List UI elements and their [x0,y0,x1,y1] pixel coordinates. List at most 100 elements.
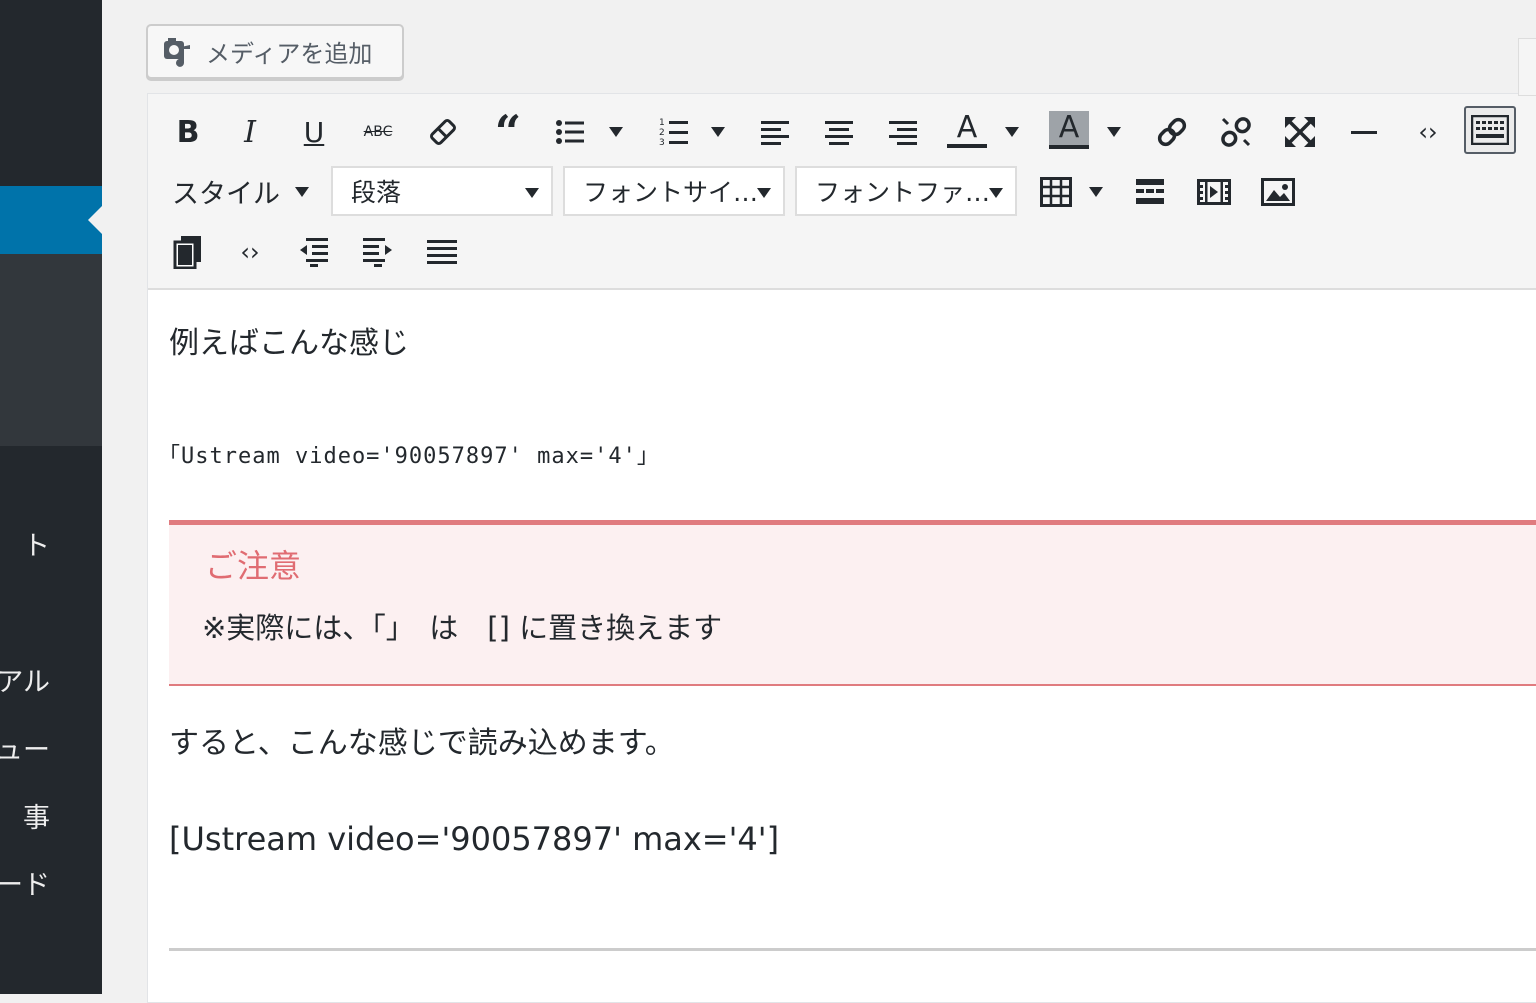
editor-frame: B I U ABC “ 1 2 3 A A ‹› スタイル 段落 フォントサイ…… [147,93,1536,1003]
outdent-icon [300,238,328,267]
blockquote-button[interactable]: “ [488,105,528,159]
chevron-down-icon [989,188,1003,198]
table-button[interactable] [1036,172,1076,212]
background-color-icon: A [1049,111,1089,145]
insert-image-button[interactable] [1258,172,1298,212]
text-color-swatch [947,144,987,148]
strikethrough-icon: ABC [363,124,393,140]
table-dropdown-icon[interactable] [1089,187,1103,197]
font-size-select-value: フォントサイ… [583,178,759,207]
read-more-icon [1136,179,1164,204]
svg-text:3: 3 [659,138,665,147]
background-color-swatch [1049,145,1089,149]
source-code-button[interactable]: ‹› [230,230,270,274]
image-icon [1261,178,1295,206]
paragraph[interactable]: 例えばこんな感じ [169,318,409,362]
numbered-list-icon: 1 2 3 [659,118,688,147]
align-center-button[interactable] [822,112,856,152]
admin-sidebar: ト アル ュー 事 ード [0,0,102,994]
fullscreen-button[interactable] [1280,110,1320,154]
table-icon [1040,177,1072,207]
bullet-list-icon [556,120,584,144]
font-family-select[interactable]: フォントファ… [795,166,1017,216]
align-left-button[interactable] [758,112,792,152]
editor-toolbar: B I U ABC “ 1 2 3 A A ‹› スタイル 段落 フォントサイ…… [148,94,1536,290]
underline-button[interactable]: U [298,110,330,154]
shortcode-example[interactable]: 「Ustream video='90057897' max='4'」 [158,438,660,470]
font-family-select-value: フォントファ… [815,178,991,207]
strikethrough-button[interactable]: ABC [360,110,396,154]
blockquote-icon: “ [494,105,522,159]
justify-button[interactable] [422,230,462,274]
text-color-button[interactable]: A [946,108,988,152]
style-dropdown[interactable]: スタイル [172,168,280,214]
clear-formatting-button[interactable] [426,112,460,152]
text-color-icon: A [956,110,978,145]
font-size-select[interactable]: フォントサイ… [563,166,785,216]
indent-button[interactable] [358,230,398,274]
italic-button[interactable]: I [234,110,266,154]
notice-box: ご注意 ※実際には、「」 は [] に置き換えます [169,520,1536,686]
editor-tab-edge [1518,38,1536,96]
insert-more-button[interactable] [1130,172,1170,212]
add-media-label: メディアを追加 [206,40,373,68]
style-dropdown-icon[interactable] [295,187,309,197]
format-select-value: 段落 [351,178,402,207]
horizontal-rule-button[interactable] [1344,110,1384,154]
media-icon [164,37,190,67]
keyboard-icon [1471,115,1509,145]
notice-title: ご注意 [205,547,302,585]
svg-text:1: 1 [659,118,665,128]
fullscreen-icon [1285,117,1315,147]
paste-icon [173,236,201,269]
add-media-button[interactable]: メディアを追加 [146,24,404,79]
toolbar-toggle-button[interactable] [1464,106,1516,154]
paragraph[interactable]: すると、こんな感じで読み込めます。 [169,718,675,762]
align-justify-icon [427,240,457,264]
bold-button[interactable]: B [172,110,204,154]
align-center-icon [825,121,853,145]
underline-icon: U [303,115,325,149]
numbered-list-button[interactable]: 1 2 3 [656,112,692,152]
sidebar-submenu [0,254,102,446]
sidebar-item[interactable]: 事 [23,802,50,836]
style-label: スタイル [172,178,280,210]
video-icon [1197,179,1231,205]
code-button[interactable]: ‹› [1408,110,1448,154]
notice-body[interactable]: ※実際には、「」 は [] に置き換えます [202,605,722,647]
chevron-down-icon [525,188,539,198]
background-color-dropdown-icon[interactable] [1107,127,1121,137]
insert-link-button[interactable] [1152,110,1192,154]
italic-icon: I [244,114,256,150]
unlink-button[interactable] [1216,110,1256,154]
text-color-dropdown-icon[interactable] [1005,127,1019,137]
align-right-button[interactable] [886,112,920,152]
bullet-list-button[interactable] [552,112,588,152]
code-icon: ‹› [1418,118,1438,146]
sidebar-item[interactable]: ト [23,530,50,564]
outdent-button[interactable] [294,230,334,274]
horizontal-rule-icon [1351,130,1377,134]
sidebar-item[interactable]: ード [0,869,50,903]
numbered-list-dropdown-icon[interactable] [711,127,725,137]
eraser-icon [430,119,456,145]
background-color-button[interactable]: A [1048,108,1090,152]
sidebar-item-active[interactable] [0,186,102,254]
bold-icon: B [176,114,200,150]
format-select[interactable]: 段落 [331,166,553,216]
link-icon [1157,117,1187,147]
svg-text:2: 2 [659,128,665,138]
insert-video-button[interactable] [1194,172,1234,212]
align-left-icon [761,121,789,145]
unlink-icon [1221,117,1251,147]
paste-button[interactable] [168,230,208,274]
bullet-list-dropdown-icon[interactable] [609,127,623,137]
align-right-icon [889,121,917,145]
shortcode[interactable]: [Ustream video='90057897' max='4'] [169,820,779,858]
code-icon: ‹› [240,238,260,266]
sidebar-item[interactable]: アル [0,666,50,700]
horizontal-divider [169,948,1536,951]
chevron-down-icon [757,188,771,198]
sidebar-item[interactable]: ュー [0,734,50,768]
indent-icon [363,238,392,267]
